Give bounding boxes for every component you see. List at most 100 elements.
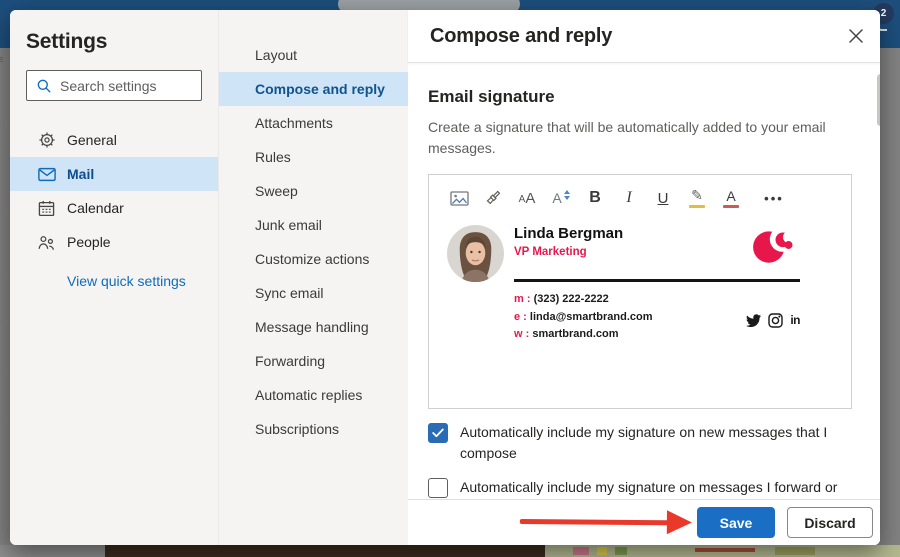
signature-socials: in (746, 297, 800, 344)
sidebar-item-label: Mail (67, 166, 95, 182)
font-size-letter: A (552, 190, 562, 206)
mail-icon (37, 167, 56, 182)
calendar-icon (37, 200, 56, 217)
background-left-rail: ≡ › › › › › › (0, 48, 10, 545)
more-dots: ••• (764, 190, 784, 206)
brand-logo-icon (750, 221, 800, 269)
section-title: Email signature (428, 87, 555, 106)
checkbox-checked-icon[interactable] (428, 423, 448, 443)
settings-sidebar: Settings General Mail (10, 10, 218, 545)
sidebar-item-mail[interactable]: Mail (10, 157, 218, 191)
sidebar-item-calendar[interactable]: Calendar (10, 191, 218, 225)
nav-item-forwarding[interactable]: Forwarding (219, 344, 408, 378)
search-icon (36, 78, 52, 94)
nav-item-attachments[interactable]: Attachments (219, 106, 408, 140)
font-large-letter: A (525, 189, 536, 207)
settings-title: Settings (26, 30, 108, 53)
more-icon[interactable]: ••• (754, 184, 794, 212)
checkbox-unchecked-icon[interactable] (428, 478, 448, 498)
chevron-icon: › (0, 316, 1, 328)
font-color-bar (723, 205, 739, 208)
checkbox-label: Automatically include my signature on ne… (460, 424, 828, 461)
linkedin-icon: in (790, 313, 800, 328)
chevron-icon: › (0, 270, 1, 282)
italic-icon[interactable]: I (612, 184, 646, 212)
signature-preview: Linda Bergman VP Marketing m: (323) 222… (442, 225, 838, 344)
nav-item-layout[interactable]: Layout (219, 38, 408, 72)
email-label: e : (514, 310, 527, 323)
email-value: linda@smartbrand.com (529, 310, 653, 323)
sidebar-item-people[interactable]: People (10, 225, 218, 259)
background-dimmed-right (880, 48, 900, 545)
checkbox-row-forward-reply[interactable]: Automatically include my signature on me… (428, 477, 852, 498)
avatar (447, 225, 504, 282)
compose-reply-panel: Compose and reply Email signature Create… (408, 10, 880, 545)
gear-icon (37, 131, 56, 149)
size-arrows-icon (563, 189, 570, 200)
discard-button[interactable]: Discard (787, 507, 873, 538)
panel-title: Compose and reply (430, 24, 613, 47)
panel-content: Email signature Create a signature that … (408, 63, 880, 498)
font-color-icon[interactable]: A (714, 184, 748, 212)
nav-item-junk-email[interactable]: Junk email (219, 208, 408, 242)
nav-item-automatic-replies[interactable]: Automatic replies (219, 378, 408, 412)
twitter-icon (746, 314, 762, 327)
panel-header: Compose and reply (408, 10, 880, 63)
background-dimmed-bottom (0, 545, 900, 557)
checkbox-row-new-messages[interactable]: Automatically include my signature on ne… (428, 422, 852, 464)
web-label: w : (514, 328, 530, 340)
arrow-head (666, 510, 692, 535)
insert-image-icon[interactable] (442, 184, 476, 212)
underline-letter: U (657, 189, 669, 207)
font-icon[interactable]: AA (510, 184, 544, 212)
nav-item-sweep[interactable]: Sweep (219, 174, 408, 208)
highlight-icon[interactable]: ✎ (680, 184, 714, 212)
chevron-icon: › (0, 414, 1, 426)
settings-search[interactable] (26, 70, 202, 101)
font-color-letter: A (726, 187, 736, 204)
italic-letter: I (626, 189, 632, 206)
nav-item-sync-email[interactable]: Sync email (219, 276, 408, 310)
nav-item-rules[interactable]: Rules (219, 140, 408, 174)
font-size-icon[interactable]: A (544, 184, 578, 212)
highlight-color-bar (689, 205, 705, 208)
phone-label: m : (514, 293, 531, 305)
sidebar-item-general[interactable]: General (10, 123, 218, 157)
signature-toolbar: AA A B I U ✎ A ••• (442, 184, 838, 212)
signature-body: Linda Bergman VP Marketing m: (323) 222… (514, 225, 800, 344)
chevron-icon: › (0, 206, 1, 218)
format-painter-icon[interactable] (476, 184, 510, 212)
instagram-icon (768, 313, 784, 328)
settings-nav: Layout Compose and reply Attachments Rul… (218, 10, 408, 545)
sidebar-item-label: Calendar (67, 200, 124, 216)
web-value: smartbrand.com (532, 328, 619, 340)
highlight-pen-glyph: ✎ (691, 187, 703, 203)
sidebar-item-label: General (67, 132, 117, 148)
font-small-letter: A (518, 194, 526, 205)
close-icon[interactable] (846, 26, 866, 46)
signature-contacts: m : (323) 222-2222 e : linda@smartbrand.… (514, 291, 653, 344)
bold-letter: B (589, 189, 601, 206)
search-input[interactable] (60, 77, 192, 94)
scrollbar-thumb[interactable] (877, 74, 880, 126)
chevron-icon: › (0, 114, 1, 126)
checkbox-label: Automatically include my signature on me… (460, 479, 838, 495)
background-email-image (545, 545, 900, 557)
nav-item-customize-actions[interactable]: Customize actions (219, 242, 408, 276)
signature-role: VP Marketing (514, 246, 587, 258)
nav-item-message-handling[interactable]: Message handling (219, 310, 408, 344)
nav-item-subscriptions[interactable]: Subscriptions (219, 412, 408, 446)
background-email-image (105, 545, 545, 557)
hamburger-icon: ≡ (0, 54, 4, 66)
chevron-icon: › (0, 366, 1, 378)
nav-item-compose-and-reply[interactable]: Compose and reply (219, 72, 408, 106)
view-quick-settings-link[interactable]: View quick settings (67, 273, 218, 289)
signature-editor[interactable]: AA A B I U ✎ A ••• Linda Bergman VP Mark… (428, 174, 852, 409)
underline-icon[interactable]: U (646, 184, 680, 212)
save-button[interactable]: Save (697, 507, 775, 538)
settings-dialog: Settings General Mail (10, 10, 880, 545)
section-description: Create a signature that will be automati… (428, 119, 826, 156)
people-icon (37, 234, 56, 251)
sidebar-item-label: People (67, 234, 111, 250)
bold-icon[interactable]: B (578, 184, 612, 212)
